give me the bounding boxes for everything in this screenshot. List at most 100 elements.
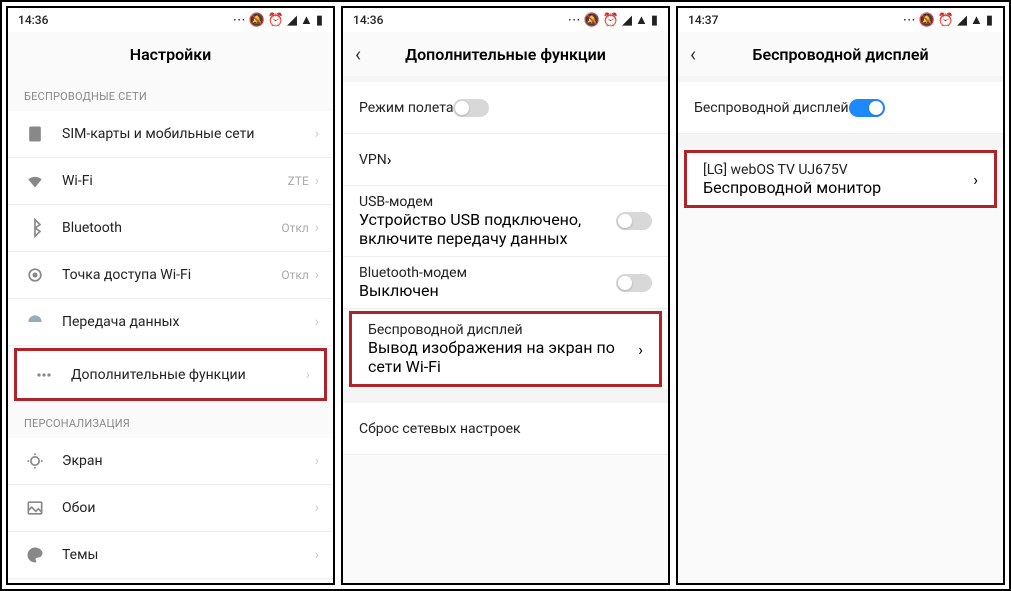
- clock: 14:36: [18, 13, 48, 27]
- dnd-icon: 🔕: [249, 14, 265, 27]
- settings-list[interactable]: БЕСПРОВОДНЫЕ СЕТИ SIM-карты и мобильные …: [8, 76, 333, 583]
- chevron-right-icon: ›: [306, 367, 310, 383]
- reset-label: Сброс сетевых настроек: [359, 421, 521, 437]
- alarm-icon: ⏰: [938, 14, 954, 27]
- screen-advanced: 14:36 ⋯ 🔕 ⏰ ◢ ▲ ▮ ‹ Дополнительные функц…: [341, 6, 670, 585]
- row-vpn[interactable]: VPN ›: [343, 134, 668, 186]
- wifi-icon: ▲: [635, 14, 648, 27]
- device-label: [LG] webOS TV UJ675V: [703, 162, 973, 178]
- page-title: Дополнительные функции: [405, 45, 606, 64]
- page-title: Настройки: [130, 45, 212, 64]
- airplane-label: Режим полета: [359, 100, 453, 116]
- btm-label: Bluetooth-модем: [359, 265, 616, 281]
- back-button[interactable]: ‹: [355, 42, 361, 66]
- row-more[interactable]: Дополнительные функции ›: [17, 351, 324, 398]
- battery-icon: ▮: [986, 14, 993, 27]
- row-device[interactable]: [LG] webOS TV UJ675V Беспроводной монито…: [687, 153, 994, 205]
- statusbar: 14:37 ⋯ 🔕 ⏰ ◢ ▲ ▮: [678, 8, 1003, 32]
- advanced-list[interactable]: Режим полета VPN › USB-модем Устройство …: [343, 76, 668, 583]
- display-label: Экран: [62, 453, 315, 469]
- section-wireless: БЕСПРОВОДНЫЕ СЕТИ: [8, 76, 333, 111]
- chevron-right-icon: ›: [315, 500, 319, 516]
- back-button[interactable]: ‹: [690, 42, 696, 66]
- clock: 14:37: [688, 13, 718, 27]
- wdisplay-sub: Вывод изображения на экран по сети Wi-Fi: [368, 338, 638, 376]
- wdisplay-list[interactable]: Беспроводной дисплей [LG] webOS TV UJ675…: [678, 76, 1003, 583]
- chevron-right-icon: ›: [315, 453, 319, 469]
- wifi-icon: [22, 168, 48, 194]
- vpn-label: VPN: [359, 152, 387, 168]
- battery-icon: ▮: [651, 14, 658, 27]
- data-label: Передача данных: [62, 314, 315, 330]
- row-display[interactable]: Экран ›: [8, 438, 333, 485]
- row-btmodem[interactable]: Bluetooth-модем Выключен: [343, 257, 668, 309]
- highlight-more: Дополнительные функции ›: [14, 348, 327, 401]
- sim-label: SIM-карты и мобильные сети: [62, 126, 315, 142]
- more-icon: ⋯: [903, 14, 916, 27]
- wifi-value: ZTE: [288, 174, 309, 188]
- row-sim[interactable]: SIM-карты и мобильные сети ›: [8, 111, 333, 158]
- themes-icon: [22, 542, 48, 568]
- wifi-icon: ▲: [300, 14, 313, 27]
- chevron-right-icon: ›: [315, 220, 319, 236]
- dnd-icon: 🔕: [584, 14, 600, 27]
- chevron-right-icon: ›: [315, 173, 319, 189]
- header: ‹ Дополнительные функции: [343, 32, 668, 76]
- more-icon: ⋯: [233, 14, 246, 27]
- statusbar: 14:36 ⋯ 🔕 ⏰ ◢ ▲ ▮: [8, 8, 333, 32]
- row-wdisplay-toggle[interactable]: Беспроводной дисплей: [678, 82, 1003, 134]
- hotspot-icon: [22, 262, 48, 288]
- airplane-switch[interactable]: [453, 99, 489, 117]
- row-airplane[interactable]: Режим полета: [343, 82, 668, 134]
- more-icon: [31, 362, 57, 388]
- wallpaper-icon: [22, 495, 48, 521]
- alarm-icon: ⏰: [268, 14, 284, 27]
- chevron-right-icon: ›: [315, 547, 319, 563]
- dnd-icon: 🔕: [919, 14, 935, 27]
- row-data[interactable]: Передача данных ›: [8, 299, 333, 346]
- wallpaper-label: Обои: [62, 500, 315, 516]
- highlight-device: [LG] webOS TV UJ675V Беспроводной монито…: [684, 150, 997, 208]
- more-icon: ⋯: [568, 14, 581, 27]
- usb-sub: Устройство USB подключено, включите пере…: [359, 210, 616, 248]
- signal-icon: ◢: [957, 14, 967, 27]
- wdisplay-switch[interactable]: [849, 99, 885, 117]
- row-usb[interactable]: USB-модем Устройство USB подключено, вкл…: [343, 186, 668, 257]
- alarm-icon: ⏰: [603, 14, 619, 27]
- chevron-right-icon: ›: [315, 314, 319, 330]
- btm-switch[interactable]: [616, 274, 652, 292]
- highlight-wireless-display: Беспроводной дисплей Вывод изображения н…: [349, 311, 662, 387]
- data-icon: [22, 309, 48, 335]
- bluetooth-icon: [22, 215, 48, 241]
- status-icons: ⋯ 🔕 ⏰ ◢ ▲ ▮: [233, 14, 323, 27]
- wifi-icon: ▲: [970, 14, 983, 27]
- chevron-right-icon: ›: [973, 170, 978, 189]
- sim-icon: [22, 121, 48, 147]
- clock: 14:36: [353, 13, 383, 27]
- row-wifi[interactable]: Wi-Fi ZTE ›: [8, 158, 333, 205]
- display-icon: [22, 448, 48, 474]
- screen-settings: 14:36 ⋯ 🔕 ⏰ ◢ ▲ ▮ Настройки БЕСПРОВОДНЫЕ…: [6, 6, 335, 585]
- chevron-right-icon: ›: [315, 126, 319, 142]
- chevron-right-icon: ›: [315, 267, 319, 283]
- bt-label: Bluetooth: [62, 220, 281, 236]
- more-label: Дополнительные функции: [71, 367, 306, 383]
- row-hotspot[interactable]: Точка доступа Wi-Fi Откл ›: [8, 252, 333, 299]
- row-sound[interactable]: Звук и вибрация ›: [8, 579, 333, 583]
- row-bluetooth[interactable]: Bluetooth Откл ›: [8, 205, 333, 252]
- usb-switch[interactable]: [616, 212, 652, 230]
- bt-value: Откл: [281, 221, 308, 235]
- device-sub: Беспроводной монитор: [703, 178, 973, 197]
- signal-icon: ◢: [622, 14, 632, 27]
- battery-icon: ▮: [316, 14, 323, 27]
- page-title: Беспроводной дисплей: [752, 45, 928, 64]
- row-themes[interactable]: Темы ›: [8, 532, 333, 579]
- row-reset[interactable]: Сброс сетевых настроек: [343, 403, 668, 455]
- row-wallpaper[interactable]: Обои ›: [8, 485, 333, 532]
- header: ‹ Беспроводной дисплей: [678, 32, 1003, 76]
- header: Настройки: [8, 32, 333, 76]
- row-wireless-display[interactable]: Беспроводной дисплей Вывод изображения н…: [352, 314, 659, 384]
- chevron-right-icon: ›: [387, 150, 392, 169]
- wdisplay-toggle-label: Беспроводной дисплей: [694, 100, 849, 116]
- section-personal: ПЕРСОНАЛИЗАЦИЯ: [8, 403, 333, 438]
